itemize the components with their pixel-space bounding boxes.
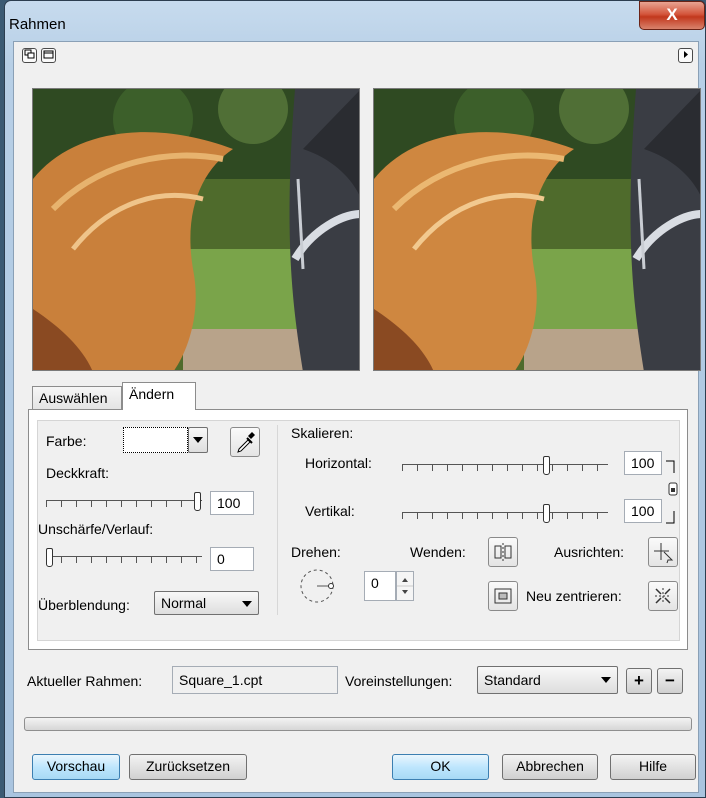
blur-input[interactable]: 0 [210, 547, 254, 571]
blend-mode-value: Normal [161, 595, 207, 611]
current-frame-label: Aktueller Rahmen: [27, 673, 143, 689]
opacity-slider[interactable] [46, 492, 202, 515]
split-view-icon[interactable] [22, 48, 37, 63]
color-picker-swatch[interactable] [123, 427, 188, 453]
presets-value: Standard [484, 672, 541, 688]
preview-button[interactable]: Vorschau [32, 754, 120, 780]
opacity-label: Deckkraft: [46, 465, 110, 481]
blend-mode-select[interactable]: Normal [154, 591, 259, 615]
vertical-scale-slider[interactable] [402, 504, 608, 527]
progress-bar [24, 717, 692, 731]
flip-icon[interactable] [488, 537, 518, 567]
dialog-window: Rahmen X Auswählen Ändern Farbe: Deckkra… [4, 0, 706, 798]
tab-auswaehlen[interactable]: Auswählen [32, 386, 122, 410]
opacity-slider-thumb[interactable] [194, 492, 201, 511]
align-label: Ausrichten: [554, 544, 625, 560]
color-label: Farbe: [46, 433, 87, 449]
recenter-label: Neu zentrieren: [526, 588, 622, 604]
horizontal-scale-slider[interactable] [402, 456, 608, 479]
close-button[interactable]: X [639, 1, 705, 30]
tab-panel-aendern: Farbe: Deckkraft: 100 Unschärfe/Verlauf: [28, 409, 688, 650]
add-preset-button[interactable]: + [626, 668, 652, 694]
rotate-dial-icon[interactable] [298, 567, 336, 605]
opacity-input[interactable]: 100 [210, 491, 254, 515]
horizontal-scale-thumb[interactable] [543, 456, 550, 475]
window-title: Rahmen [9, 16, 66, 33]
cancel-button[interactable]: Abbrechen [502, 754, 598, 780]
horizontal-scale-input[interactable]: 100 [624, 451, 662, 475]
remove-preset-button[interactable]: − [657, 668, 683, 694]
center-frame-icon[interactable] [488, 581, 518, 611]
single-view-icon[interactable] [41, 48, 56, 63]
horizontal-label: Horizontal: [305, 455, 372, 471]
scale-label: Skalieren: [291, 425, 354, 441]
align-icon[interactable] [648, 537, 678, 567]
rotate-input[interactable]: 0 [364, 571, 396, 601]
rotate-spinner[interactable] [396, 571, 414, 601]
blur-slider[interactable] [46, 548, 202, 571]
rotate-label: Drehen: [291, 544, 341, 560]
vertical-scale-thumb[interactable] [543, 504, 550, 523]
reset-button[interactable]: Zurücksetzen [129, 754, 247, 780]
result-preview-image [373, 88, 701, 371]
presets-select[interactable]: Standard [477, 666, 618, 694]
link-bracket-icon [666, 460, 678, 524]
title-bar[interactable]: Rahmen X [5, 1, 705, 41]
help-button[interactable]: Hilfe [610, 754, 696, 780]
color-dropdown-button[interactable] [188, 427, 208, 453]
blur-label: Unschärfe/Verlauf: [38, 521, 154, 537]
expand-arrow-icon[interactable] [678, 48, 693, 63]
tab-aendern[interactable]: Ändern [122, 382, 196, 410]
blur-slider-thumb[interactable] [46, 548, 53, 567]
eyedropper-icon[interactable] [230, 427, 260, 457]
flip-label: Wenden: [410, 544, 466, 560]
presets-label: Voreinstellungen: [345, 673, 453, 689]
vertical-scale-input[interactable]: 100 [624, 499, 662, 523]
column-divider [277, 425, 278, 615]
current-frame-value: Square_1.cpt [172, 666, 338, 694]
dialog-client-area: Auswählen Ändern Farbe: Deckkraft: 100 U… [13, 41, 701, 793]
recenter-icon[interactable] [648, 581, 678, 611]
settings-group: Farbe: Deckkraft: 100 Unschärfe/Verlauf: [37, 420, 680, 641]
vertical-label: Vertikal: [305, 503, 355, 519]
ok-button[interactable]: OK [392, 754, 489, 780]
original-preview-image [32, 88, 360, 371]
blend-label: Überblendung: [38, 597, 130, 613]
